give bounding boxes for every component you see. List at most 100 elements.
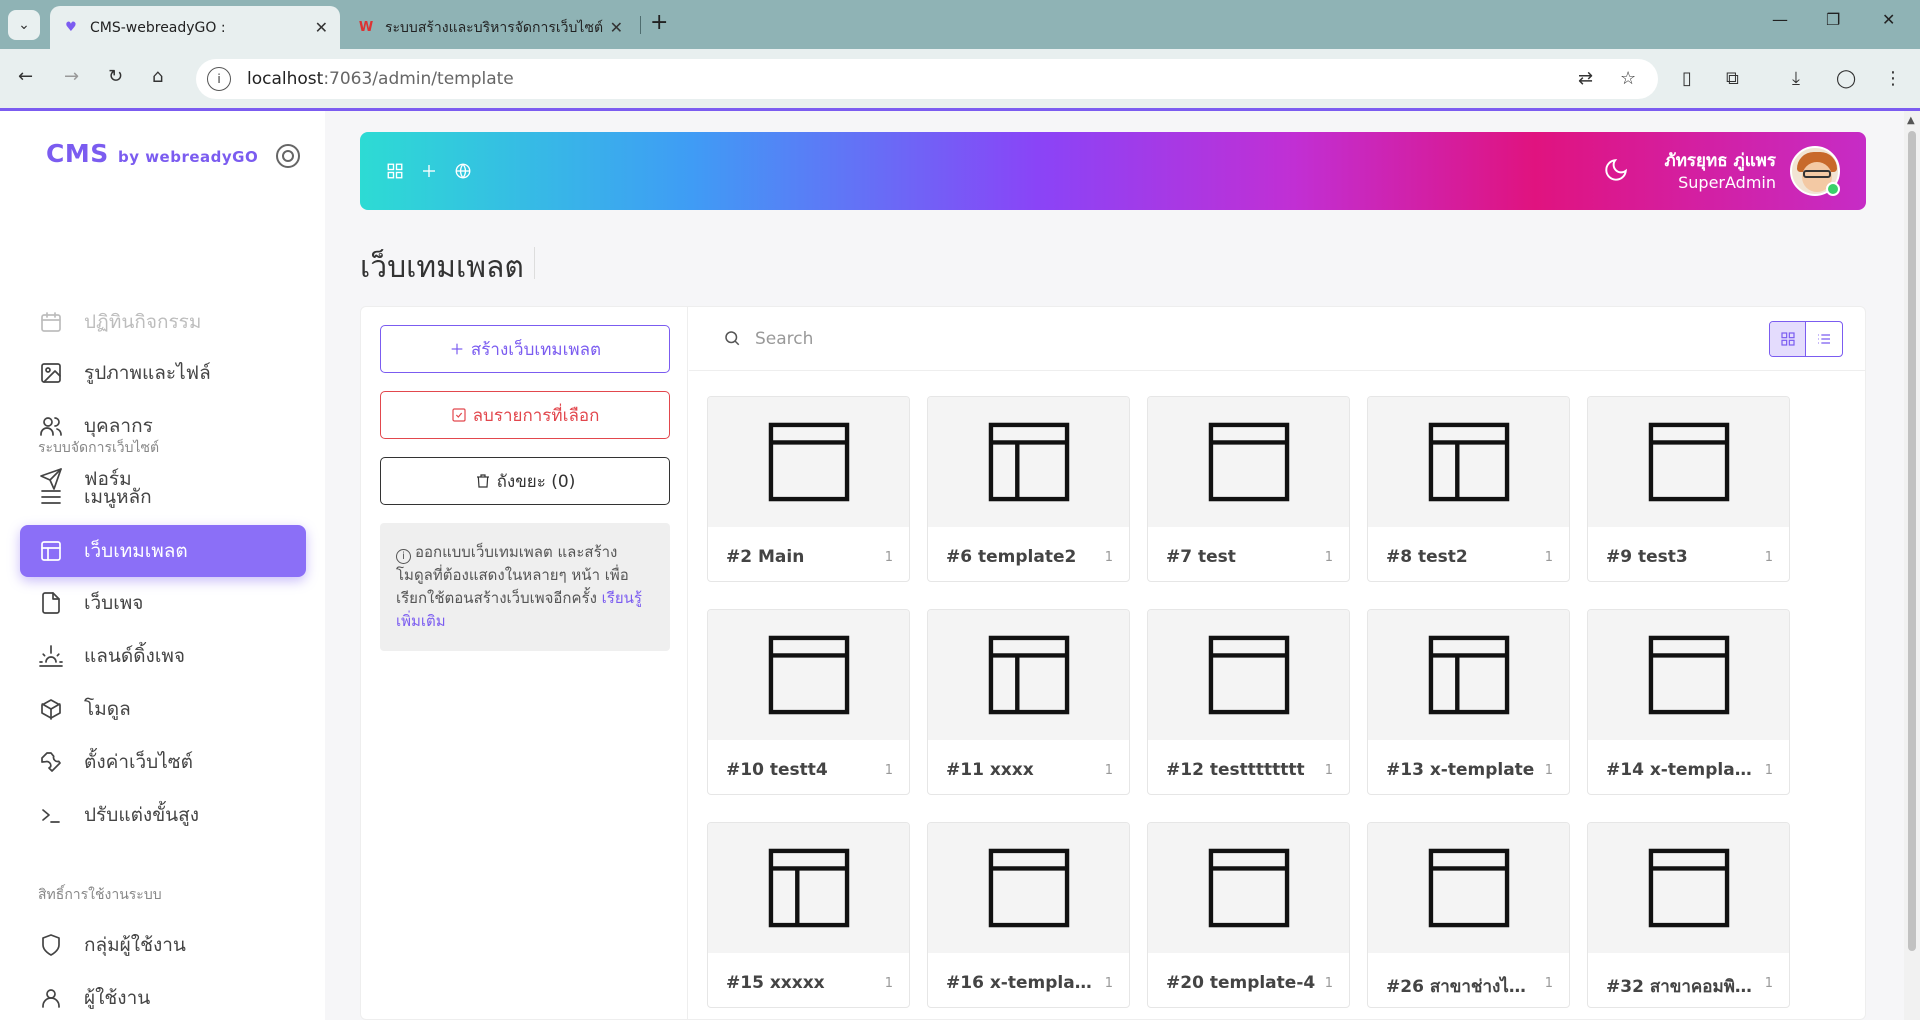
sidebar-item-landing-page[interactable]: แลนด์ดิ้งเพจ <box>20 630 306 682</box>
extensions-icon[interactable]: ⧉ <box>1726 68 1739 89</box>
user-name[interactable]: ภัทรยุทธ ภู่แพร <box>1664 147 1776 174</box>
translate-icon[interactable]: ⇄ <box>1578 68 1593 89</box>
minimize-icon[interactable]: — <box>1772 10 1788 29</box>
sidebar-item-site-settings[interactable]: ตั้งค่าเว็บไซต์ <box>20 736 306 788</box>
forward-icon[interactable]: → <box>64 66 79 87</box>
template-card[interactable]: #9 test3 1 <box>1587 396 1790 582</box>
terminal-icon <box>38 802 64 828</box>
list-icon <box>1818 334 1830 344</box>
close-tab-icon[interactable]: ✕ <box>610 18 623 37</box>
layout-thumbnail-icon <box>928 823 1129 953</box>
tab-search-button[interactable]: ⌄ <box>8 10 40 40</box>
template-card[interactable]: #2 Main 1 <box>707 396 910 582</box>
delete-selected-button[interactable]: ลบรายการที่เลือก <box>380 391 670 439</box>
template-name: #8 test2 <box>1386 547 1468 567</box>
layout-icon <box>38 538 64 564</box>
sidebar-item-users[interactable]: ผู้ใช้งาน <box>20 972 306 1020</box>
trash-button[interactable]: ถังขยะ (0) <box>380 457 670 505</box>
page-title: เว็บเทมเพลต <box>360 250 524 285</box>
file-icon <box>38 590 64 616</box>
template-card[interactable]: #14 x-template2 1 <box>1587 609 1790 795</box>
sidebar-toggle-icon[interactable] <box>276 144 300 168</box>
template-card[interactable]: #12 testttttttt 1 <box>1147 609 1350 795</box>
scroll-up-icon[interactable]: ▲ <box>1907 115 1915 126</box>
template-usage-count: 1 <box>1324 976 1333 991</box>
layout-thumbnail-icon <box>1368 397 1569 527</box>
grid-view-button[interactable] <box>1770 322 1807 356</box>
sidebar-item-label: เว็บเทมเพลต <box>84 540 188 562</box>
list-view-button[interactable] <box>1806 322 1842 356</box>
tab-manager-icon[interactable]: ▯ <box>1682 68 1692 89</box>
page-scrollbar[interactable]: ▲ <box>1904 111 1920 1020</box>
template-panel: สร้างเว็บเทมเพลต ลบรายการที่เลือก ถังขยะ… <box>360 306 1866 1020</box>
restore-icon[interactable]: ❐ <box>1826 10 1840 29</box>
browser-menu-icon[interactable]: ⋮ <box>1884 68 1902 89</box>
layout-thumbnail-icon <box>1588 397 1789 527</box>
sidebar-section-website: ระบบจัดการเว็บไซต์ <box>38 440 160 456</box>
sidebar-section-permissions: สิทธิ์การใช้งานระบบ <box>38 887 162 903</box>
url-text: localhost:7063/admin/template <box>247 69 514 89</box>
browser-tab-cms[interactable]: ♥ CMS-webreadyGO : ✕ <box>50 6 340 49</box>
profile-icon[interactable]: ◯ <box>1836 68 1856 89</box>
template-name: #10 testt4 <box>726 760 828 780</box>
address-bar[interactable]: i localhost:7063/admin/template <box>196 59 1658 99</box>
template-card[interactable]: #16 x-template3 1 <box>927 822 1130 1008</box>
trash-icon <box>476 474 489 488</box>
sidebar-item-calendar[interactable]: ปฏิทินกิจกรรม <box>20 296 306 348</box>
site-info-icon[interactable]: i <box>207 67 231 91</box>
cms-logo[interactable]: CMS by webreadyGO <box>46 139 258 168</box>
layout-thumbnail-icon <box>1368 610 1569 740</box>
close-window-icon[interactable]: ✕ <box>1882 10 1895 29</box>
search-input[interactable] <box>755 321 1655 357</box>
template-usage-count: 1 <box>1324 550 1333 565</box>
create-template-button[interactable]: สร้างเว็บเทมเพลต <box>380 325 670 373</box>
sidebar-item-advanced[interactable]: ปรับแต่งขั้นสูง <box>20 789 306 841</box>
template-card[interactable]: #26 สาขาช่างไฟ... 1 <box>1367 822 1570 1008</box>
plus-icon[interactable] <box>418 160 440 182</box>
browser-tab-site[interactable]: W ระบบสร้างและบริหารจัดการเว็บไซต์ ✕ <box>345 6 635 49</box>
layout-thumbnail-icon <box>1148 610 1349 740</box>
template-card[interactable]: #10 testt4 1 <box>707 609 910 795</box>
reload-icon[interactable]: ↻ <box>108 66 123 87</box>
template-card[interactable]: #15 xxxxx 1 <box>707 822 910 1008</box>
sidebar-item-label: โมดูล <box>84 698 131 720</box>
box-icon <box>38 696 64 722</box>
info-icon: i <box>396 549 411 564</box>
template-card[interactable]: #7 test 1 <box>1147 396 1350 582</box>
template-card[interactable]: #11 xxxx 1 <box>927 609 1130 795</box>
template-name: #11 xxxx <box>946 760 1034 780</box>
template-name: #7 test <box>1166 547 1236 567</box>
template-usage-count: 1 <box>1764 763 1773 778</box>
close-tab-icon[interactable]: ✕ <box>315 18 328 37</box>
sidebar-item-label: ผู้ใช้งาน <box>84 987 151 1009</box>
sidebar-item-module[interactable]: โมดูล <box>20 683 306 735</box>
download-icon[interactable]: ⤓ <box>1792 68 1800 89</box>
actions-column: สร้างเว็บเทมเพลต ลบรายการที่เลือก ถังขยะ… <box>361 307 688 1020</box>
template-card[interactable]: #8 test2 1 <box>1367 396 1570 582</box>
back-icon[interactable]: ← <box>18 66 33 87</box>
plus-icon <box>451 343 463 355</box>
scrollbar-thumb[interactable] <box>1908 131 1916 951</box>
layout-thumbnail-icon <box>928 610 1129 740</box>
template-card[interactable]: #32 สาขาคอมพิวเ... 1 <box>1587 822 1790 1008</box>
sidebar: CMS by webreadyGO ปฏิทินกิจกรรม รูปภาพแล… <box>0 111 325 1020</box>
apps-grid-icon[interactable] <box>384 160 406 182</box>
sidebar-item-main-menu[interactable]: เมนูหลัก <box>20 471 306 523</box>
tab-title: ระบบสร้างและบริหารจัดการเว็บไซต์ <box>385 19 604 36</box>
template-card[interactable]: #20 template-4 1 <box>1147 822 1350 1008</box>
layout-thumbnail-icon <box>708 397 909 527</box>
new-tab-icon[interactable]: + <box>650 10 668 35</box>
template-card[interactable]: #6 template2 1 <box>927 396 1130 582</box>
menu-icon <box>38 484 64 510</box>
sidebar-item-images[interactable]: รูปภาพและไฟล์ <box>20 347 306 399</box>
bookmark-star-icon[interactable]: ☆ <box>1620 68 1636 89</box>
globe-icon[interactable] <box>452 160 474 182</box>
trash-label: ถังขยะ (0) <box>496 471 576 492</box>
template-name: #15 xxxxx <box>726 973 825 993</box>
template-card[interactable]: #13 x-template 1 <box>1367 609 1570 795</box>
sidebar-item-web-page[interactable]: เว็บเพจ <box>20 577 306 629</box>
home-icon[interactable]: ⌂ <box>152 66 163 87</box>
dark-mode-moon-icon[interactable] <box>1603 157 1629 187</box>
sidebar-item-web-template[interactable]: เว็บเทมเพลต <box>20 525 306 577</box>
sidebar-item-user-groups[interactable]: กลุ่มผู้ใช้งาน <box>20 919 306 971</box>
